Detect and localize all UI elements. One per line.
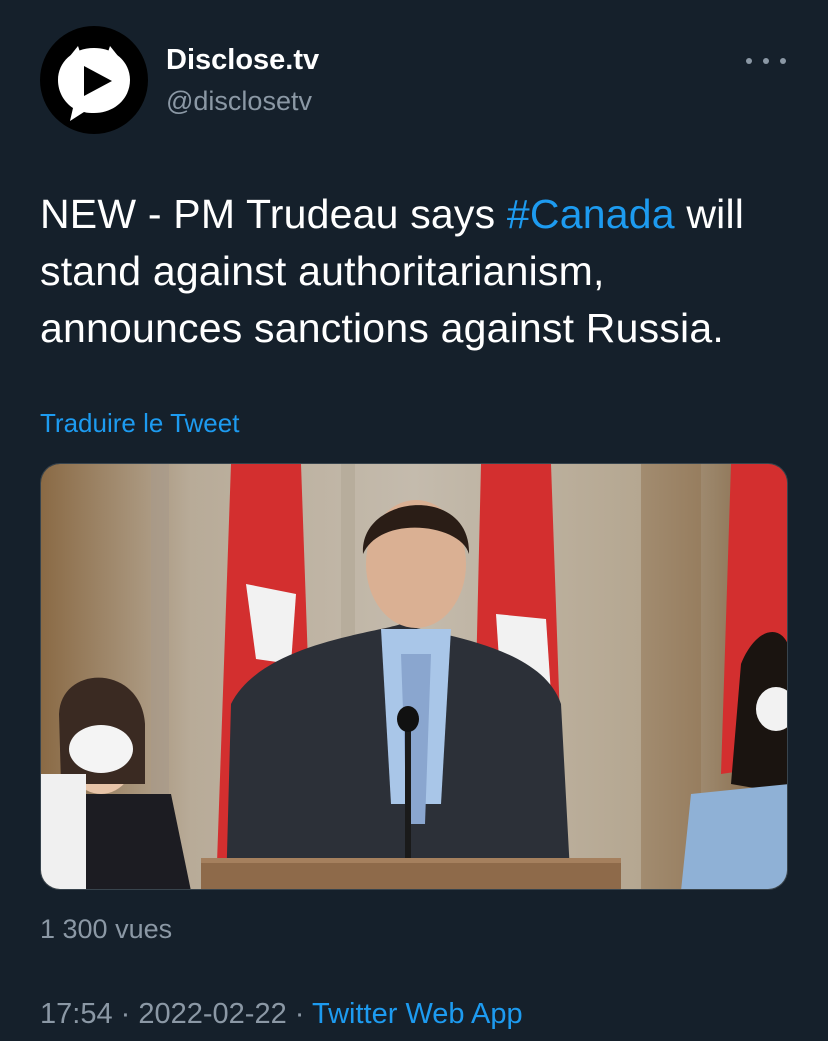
tweet-container: Disclose.tv @disclosetv NEW - PM Trudeau… xyxy=(0,0,828,1041)
tweet-media-video[interactable] xyxy=(40,463,788,890)
avatar[interactable] xyxy=(40,26,148,134)
tweet-time[interactable]: 17:54 xyxy=(40,998,113,1030)
play-logo-icon xyxy=(58,46,130,121)
tweet-text: NEW - PM Trudeau says #Canada will stand… xyxy=(40,186,800,357)
translate-tweet-link[interactable]: Traduire le Tweet xyxy=(40,408,239,439)
press-conference-image xyxy=(41,464,787,889)
tweet-date[interactable]: 2022-02-22 xyxy=(138,998,286,1030)
more-options-icon xyxy=(746,58,752,64)
meta-separator-2: · xyxy=(294,998,305,1030)
author-name[interactable]: Disclose.tv xyxy=(166,44,319,77)
tweet-text-before: NEW - PM Trudeau says xyxy=(40,191,507,237)
tweet-meta: 17:54 · 2022-02-22 · Twitter Web App xyxy=(40,998,523,1031)
author-handle[interactable]: @disclosetv xyxy=(166,86,312,117)
more-options-button[interactable] xyxy=(746,46,786,76)
hashtag-link[interactable]: #Canada xyxy=(507,191,675,237)
meta-separator: · xyxy=(120,998,131,1030)
view-count: 1 300 vues xyxy=(40,914,173,944)
tweet-source-link[interactable]: Twitter Web App xyxy=(312,998,523,1030)
